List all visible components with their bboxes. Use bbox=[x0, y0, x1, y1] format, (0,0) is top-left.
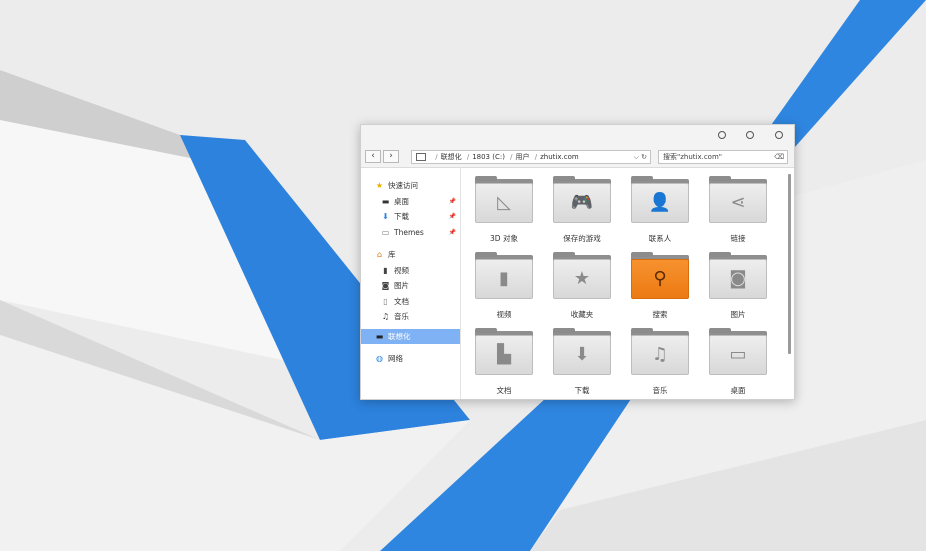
breadcrumb-segment[interactable]: 联想化 bbox=[441, 153, 462, 161]
sidebar-item-this-pc[interactable]: ▬ 联想化 bbox=[361, 328, 460, 344]
close-button[interactable] bbox=[775, 131, 783, 139]
sidebar-item-network[interactable]: ◍ 网络 bbox=[361, 351, 460, 367]
address-dropdown-refresh[interactable]: ⌵ ↻ bbox=[634, 151, 647, 163]
network-globe-icon: ◍ bbox=[376, 354, 383, 363]
music-note-icon: ♫ bbox=[651, 344, 669, 365]
sidebar-item-documents[interactable]: ▯ 文档 bbox=[361, 294, 460, 310]
drive-icon bbox=[416, 153, 426, 161]
sidebar-item-pictures[interactable]: ◙ 图片 bbox=[361, 278, 460, 294]
folder-item[interactable]: 🎮 保存的游戏 bbox=[550, 176, 614, 246]
pin-icon: 📌 bbox=[448, 213, 456, 220]
back-button[interactable]: ‹ bbox=[365, 150, 381, 163]
document-icon: ▯ bbox=[383, 296, 388, 306]
address-bar[interactable]: / 联想化 /1803 (C:) / 用户 / zhutix.com ⌵ ↻ bbox=[411, 150, 651, 164]
breadcrumb-segment[interactable]: 1803 (C:) bbox=[472, 153, 505, 161]
download-arrow-icon: ⬇ bbox=[574, 344, 590, 365]
folder-label: 保存的游戏 bbox=[563, 234, 601, 243]
folder-label: 搜索 bbox=[652, 310, 668, 319]
title-bar bbox=[361, 125, 794, 147]
share-icon: ⋖ bbox=[730, 192, 746, 213]
folder-grid: ◺ 3D 对象 🎮 保存的游戏 👤 联系人 ⋖ 链接 ▮ 视频 ★ 收藏夹 ⚲ 搜索 ◙ 图片 ▙ 文档 ⬇ 下载 ♫ 音… bbox=[462, 168, 794, 399]
sidebar-item-videos[interactable]: ▮ 视频 bbox=[361, 263, 460, 279]
folder-icon: ▭ bbox=[381, 227, 390, 237]
navigation-pane: ★ 快速访问 ▬ 桌面 📌 ⬇ 下载 📌 ▭ Themes 📌 ⌂ 库 ▮ 视频… bbox=[361, 168, 461, 399]
folder-item[interactable]: 👤 联系人 bbox=[628, 176, 692, 246]
folder-item[interactable]: ⋖ 链接 bbox=[706, 176, 770, 246]
film-icon: ▮ bbox=[383, 265, 388, 275]
home-icon: ⌂ bbox=[376, 250, 383, 259]
sidebar-item-quick-access[interactable]: ★ 快速访问 bbox=[361, 178, 460, 194]
folder-label: 链接 bbox=[730, 234, 746, 243]
triangle-ruler-icon: ◺ bbox=[497, 192, 511, 213]
star-icon: ★ bbox=[375, 181, 384, 190]
camera-icon: ◙ bbox=[381, 281, 390, 290]
folder-item[interactable]: ♫ 音乐 bbox=[628, 328, 692, 398]
folder-item[interactable]: ⚲ 搜索 bbox=[628, 252, 692, 322]
computer-icon: ▬ bbox=[375, 331, 384, 341]
magnifier-icon: ⚲ bbox=[653, 268, 667, 289]
folder-item[interactable]: ◺ 3D 对象 bbox=[472, 176, 536, 246]
download-icon: ⬇ bbox=[382, 212, 389, 221]
folder-item[interactable]: ▮ 视频 bbox=[472, 252, 536, 322]
camera-icon: ◙ bbox=[729, 268, 747, 289]
toolbar: ‹ › / 联想化 /1803 (C:) / 用户 / zhutix.com ⌵ ↻ … bbox=[361, 147, 794, 168]
sidebar-item-music[interactable]: ♫ 音乐 bbox=[361, 309, 460, 325]
folder-item[interactable]: ◙ 图片 bbox=[706, 252, 770, 322]
star-icon: ★ bbox=[573, 268, 591, 289]
maximize-button[interactable] bbox=[746, 131, 754, 139]
folder-item[interactable]: ▭ 桌面 bbox=[706, 328, 770, 398]
folder-label: 文档 bbox=[496, 386, 512, 395]
folder-label: 收藏夹 bbox=[570, 310, 594, 319]
folder-label: 视频 bbox=[496, 310, 512, 319]
vertical-scrollbar[interactable] bbox=[788, 174, 791, 354]
person-icon: 👤 bbox=[648, 192, 672, 213]
breadcrumb-segment[interactable]: zhutix.com bbox=[540, 153, 579, 161]
film-icon: ▮ bbox=[499, 268, 509, 289]
folder-label: 联系人 bbox=[648, 234, 672, 243]
sidebar-item-downloads[interactable]: ⬇ 下载 📌 bbox=[361, 209, 460, 225]
folder-label: 3D 对象 bbox=[490, 234, 518, 243]
music-note-icon: ♫ bbox=[381, 312, 390, 321]
sidebar-item-desktop[interactable]: ▬ 桌面 📌 bbox=[361, 194, 460, 210]
breadcrumb-segment[interactable]: 用户 bbox=[516, 153, 530, 161]
folder-label: 音乐 bbox=[652, 386, 668, 395]
folder-label: 桌面 bbox=[730, 386, 746, 395]
desktop-icon: ▭ bbox=[729, 344, 747, 365]
folder-item[interactable]: ⬇ 下载 bbox=[550, 328, 614, 398]
folder-item[interactable]: ▙ 文档 bbox=[472, 328, 536, 398]
forward-button[interactable]: › bbox=[383, 150, 399, 163]
folder-item[interactable]: ★ 收藏夹 bbox=[550, 252, 614, 322]
desktop-icon: ▬ bbox=[381, 196, 390, 206]
minimize-button[interactable] bbox=[718, 131, 726, 139]
sidebar-item-library[interactable]: ⌂ 库 bbox=[361, 247, 460, 263]
search-input[interactable]: 搜索"zhutix.com" ⌫ bbox=[658, 150, 788, 164]
gamepad-icon: 🎮 bbox=[570, 192, 594, 213]
document-icon: ▙ bbox=[497, 344, 511, 365]
clear-search-icon[interactable]: ⌫ bbox=[774, 151, 784, 163]
folder-label: 图片 bbox=[730, 310, 746, 319]
pin-icon: 📌 bbox=[448, 197, 456, 205]
search-text: 搜索"zhutix.com" bbox=[663, 153, 722, 161]
pin-icon: 📌 bbox=[448, 228, 456, 236]
folder-label: 下载 bbox=[574, 386, 590, 395]
file-explorer-window: ‹ › / 联想化 /1803 (C:) / 用户 / zhutix.com ⌵ ↻ … bbox=[360, 124, 795, 400]
sidebar-item-themes[interactable]: ▭ Themes 📌 bbox=[361, 225, 460, 241]
